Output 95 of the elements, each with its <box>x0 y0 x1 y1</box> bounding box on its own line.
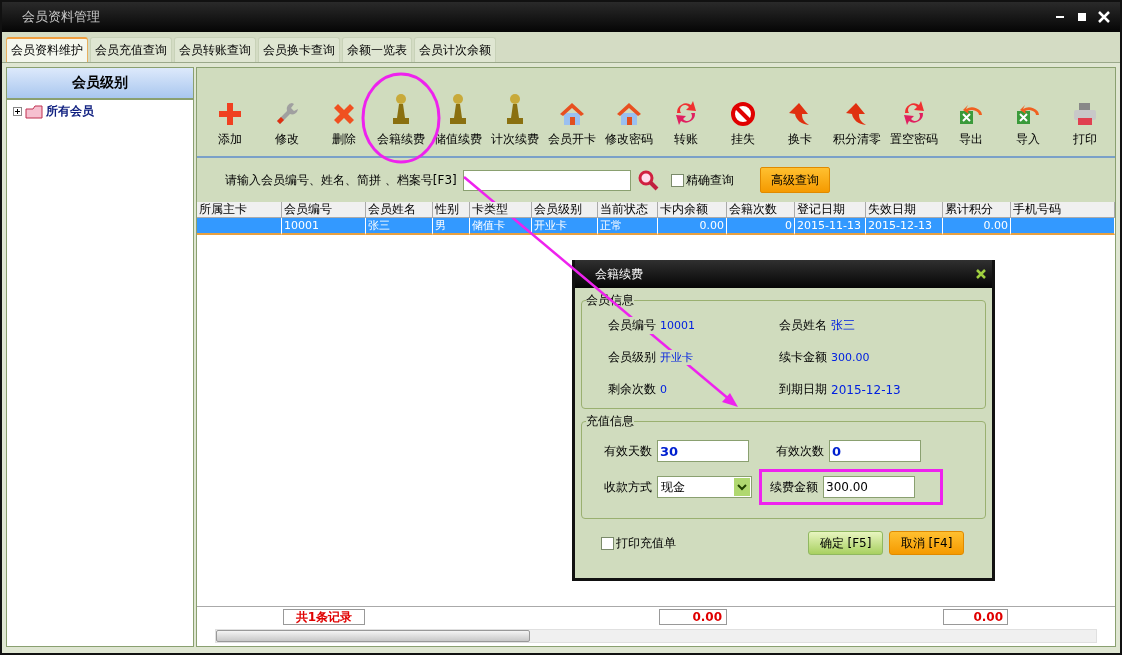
column-header[interactable]: 登记日期 <box>795 202 866 218</box>
toolbar-button[interactable]: 打印 <box>1056 101 1113 148</box>
checkbox-label: 打印充值单 <box>616 534 676 552</box>
field-label: 会员编号 <box>608 317 656 334</box>
tab[interactable]: 会员资料维护 <box>6 37 88 62</box>
table-cell: 张三 <box>366 218 433 235</box>
checkbox[interactable] <box>670 173 684 187</box>
total-value: 0.00 <box>943 609 1008 625</box>
toolbar-button[interactable]: 换卡 <box>771 101 828 148</box>
search-field[interactable] <box>462 169 631 191</box>
toolbar-button[interactable]: 积分清零 <box>828 101 885 148</box>
tab[interactable]: 会员换卡查询 <box>258 37 340 62</box>
search-icon[interactable] <box>636 169 659 191</box>
column-header[interactable]: 当前状态 <box>598 202 658 218</box>
panel-header: 会员级别 <box>7 68 193 100</box>
tab[interactable]: 会员充值查询 <box>90 37 172 62</box>
table-cell: 2015-11-13 <box>795 218 866 235</box>
pawn-icon <box>504 93 525 127</box>
tab[interactable]: 会员计次余额 <box>414 37 496 62</box>
field-value: 10001 <box>660 319 695 332</box>
confirm-button[interactable]: 确定 [F5] <box>808 531 883 555</box>
tree-item[interactable]: 所有会员 <box>46 103 94 120</box>
toolbar-button[interactable]: 添加 <box>201 101 258 148</box>
pawn-icon <box>447 93 468 127</box>
table-cell: 正常 <box>598 218 658 235</box>
field-value: 张三 <box>831 317 855 334</box>
table-cell: 10001 <box>282 218 366 235</box>
table-cell: 2015-12-13 <box>866 218 943 235</box>
expand-icon[interactable] <box>13 107 22 116</box>
field-label: 会员级别 <box>608 349 656 366</box>
field-value: 0 <box>660 383 667 396</box>
field-label: 剩余次数 <box>608 381 656 398</box>
window-title: 会员资料管理 <box>22 8 101 26</box>
column-header[interactable]: 累计积分 <box>943 202 1011 218</box>
toolbar-button[interactable]: 会员开卡 <box>543 101 600 148</box>
cancel-button[interactable]: 取消 [F4] <box>889 531 964 555</box>
group-title: 充值信息 <box>586 413 634 430</box>
house-icon <box>558 101 585 127</box>
table-cell: 0.00 <box>658 218 727 235</box>
column-header[interactable]: 手机号码 <box>1011 202 1115 218</box>
payment-dropdown[interactable]: 现金 <box>657 476 752 498</box>
table-cell: 0 <box>727 218 795 235</box>
column-header[interactable]: 会员姓名 <box>366 202 433 218</box>
checkbox[interactable] <box>601 536 614 550</box>
field-label: 续卡金额 <box>779 349 827 366</box>
column-header[interactable]: 会员编号 <box>282 202 366 218</box>
table-cell: 0.00 <box>943 218 1011 235</box>
total-value: 0.00 <box>659 609 727 625</box>
table-cell: 开业卡 <box>532 218 598 235</box>
toolbar-button[interactable]: 修改密码 <box>600 101 657 148</box>
toolbar-button[interactable]: 计次续费 <box>486 93 543 148</box>
checkbox-label: 精确查询 <box>685 171 734 189</box>
plus-icon <box>216 101 243 127</box>
no-entry-icon <box>729 101 756 127</box>
field-label: 到期日期 <box>779 381 827 398</box>
field-value: 开业卡 <box>660 350 693 365</box>
toolbar-button[interactable]: 修改 <box>258 101 315 148</box>
field-label: 有效天数 <box>604 442 652 460</box>
toolbar-button[interactable]: 导入 <box>999 101 1056 148</box>
column-header[interactable]: 卡类型 <box>470 202 532 218</box>
scrollbar[interactable] <box>215 629 1097 643</box>
field-label: 续费金额 <box>770 478 818 496</box>
tab[interactable]: 余额一览表 <box>342 37 412 62</box>
field-label: 收款方式 <box>604 478 652 496</box>
toolbar-button[interactable]: 挂失 <box>714 101 771 148</box>
printer-icon <box>1071 101 1098 127</box>
toolbar-button[interactable]: 置空密码 <box>885 99 942 148</box>
close-icon[interactable] <box>976 269 986 279</box>
tab[interactable]: 会员转账查询 <box>174 37 256 62</box>
search-label: 请输入会员编号、姓名、简拼 、档案号[F3] <box>225 171 457 189</box>
table-cell: 储值卡 <box>470 218 532 235</box>
input-field[interactable]: 0 <box>829 440 921 462</box>
pawn-icon <box>390 93 411 127</box>
input-field[interactable]: 300.00 <box>823 476 915 498</box>
column-header[interactable]: 卡内余额 <box>658 202 727 218</box>
toolbar-button[interactable]: 转账 <box>657 99 714 148</box>
record-count: 共1条记录 <box>283 609 365 625</box>
house-icon <box>615 101 642 127</box>
field-label: 有效次数 <box>776 442 824 460</box>
column-header[interactable]: 性别 <box>433 202 470 218</box>
column-header[interactable]: 失效日期 <box>866 202 943 218</box>
column-header[interactable]: 会籍次数 <box>727 202 795 218</box>
column-header[interactable]: 所属主卡 <box>197 202 282 218</box>
advanced-search-button[interactable]: 高级查询 <box>759 167 830 193</box>
column-header[interactable]: 会员级别 <box>532 202 598 218</box>
field-value: 300.00 <box>831 351 870 364</box>
folder-icon <box>25 104 43 119</box>
field-value: 2015-12-13 <box>831 382 901 397</box>
chevron-down-icon <box>734 478 750 496</box>
table-cell: 男 <box>433 218 470 235</box>
toolbar-button[interactable]: 删除 <box>315 101 372 148</box>
field-label: 会员姓名 <box>779 317 827 334</box>
toolbar-button[interactable]: 导出 <box>942 101 999 148</box>
dialog-title: 会籍续费 <box>595 265 644 283</box>
input-field[interactable]: 30 <box>657 440 749 462</box>
